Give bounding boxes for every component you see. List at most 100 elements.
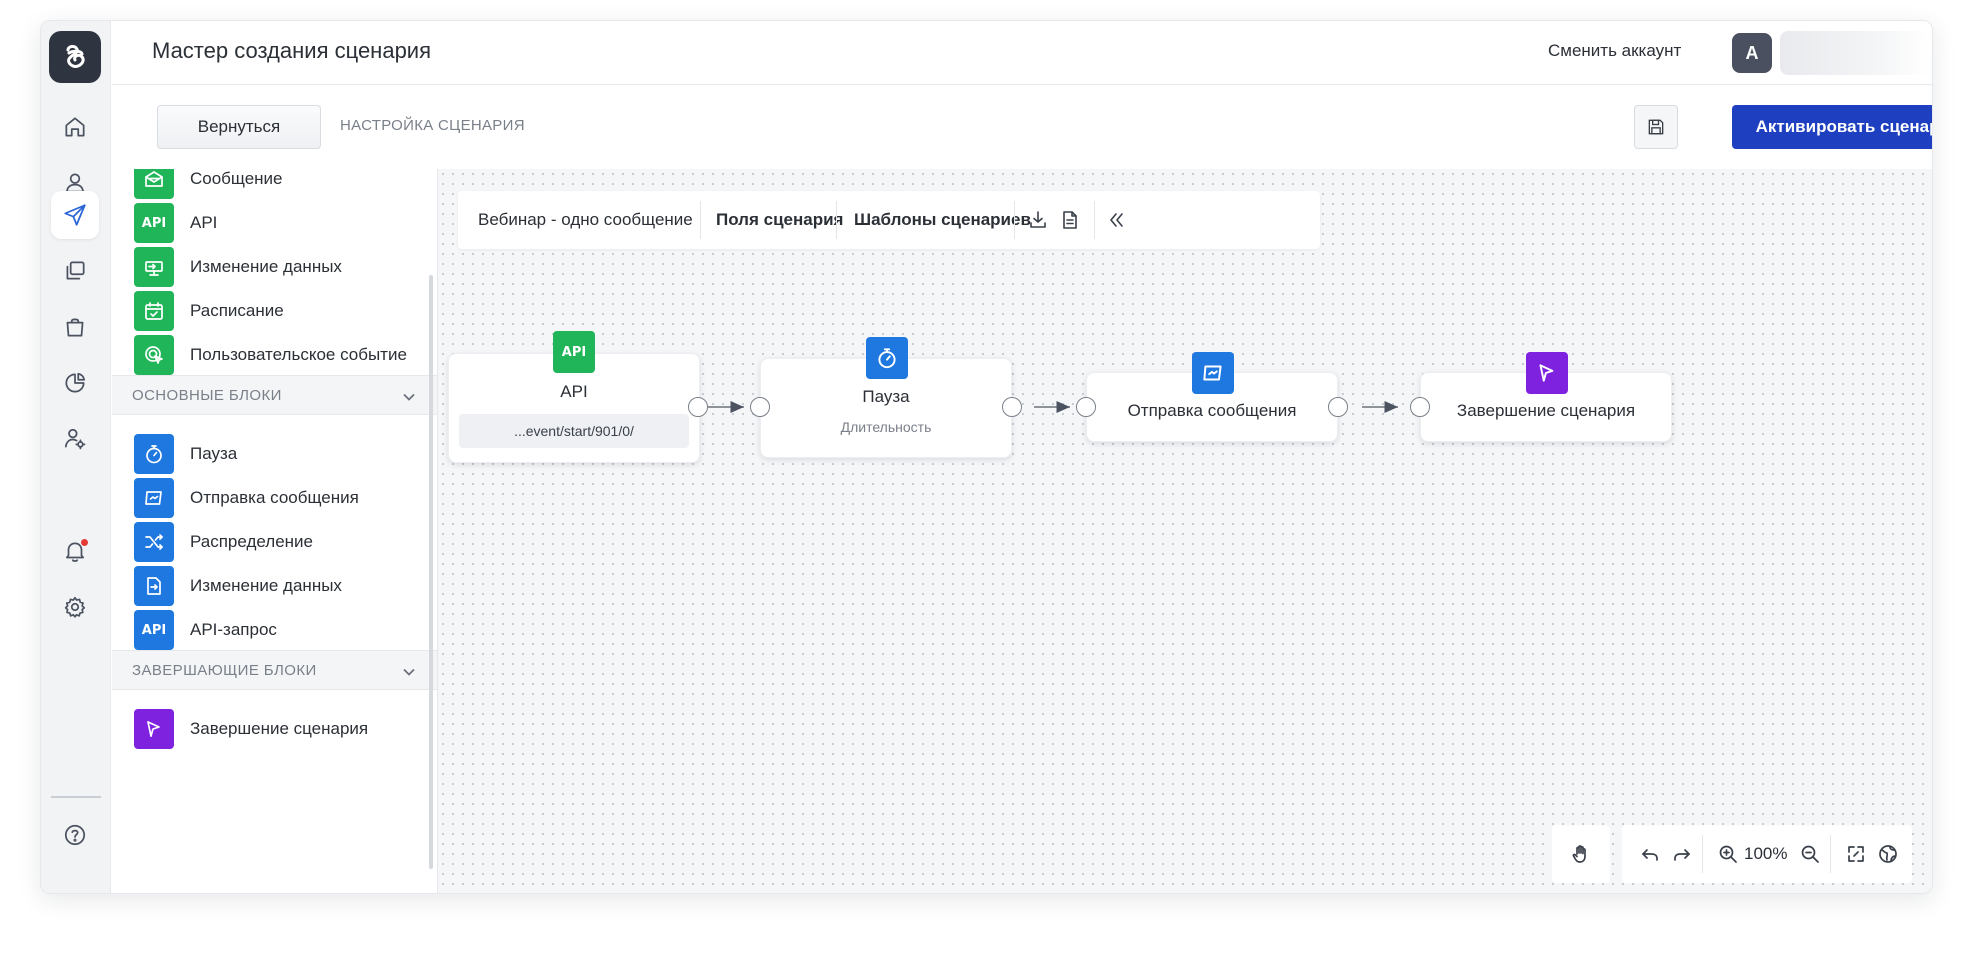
block-send-message[interactable]: Отправка сообщения xyxy=(134,478,359,518)
save-button[interactable] xyxy=(1634,105,1678,149)
activate-scenario-button[interactable]: Активировать сценарий xyxy=(1732,105,1932,149)
nav-user-settings[interactable] xyxy=(51,415,99,463)
block-label: Пауза xyxy=(190,444,238,463)
output-port[interactable] xyxy=(1328,397,1348,417)
flow-edges xyxy=(708,401,1398,413)
block-edit-data[interactable]: Изменение данных xyxy=(134,566,342,606)
scenario-name[interactable]: Вебинар - одно сообщение xyxy=(478,210,693,230)
divider xyxy=(1702,835,1703,873)
block-label: API-запрос xyxy=(190,620,277,639)
zoom-level: 100% xyxy=(1744,844,1788,863)
left-rail xyxy=(41,21,111,893)
block-message[interactable]: Сообщение xyxy=(134,169,283,199)
output-port[interactable] xyxy=(688,397,708,417)
block-label: Изменение данных xyxy=(190,576,342,595)
rail-divider xyxy=(51,796,101,798)
flag-icon xyxy=(134,709,174,749)
switch-account-link[interactable]: Сменить аккаунт xyxy=(1548,41,1681,61)
bag-icon xyxy=(66,318,84,337)
timer-icon xyxy=(866,337,908,379)
block-label: Расписание xyxy=(190,301,284,320)
nav-home[interactable] xyxy=(51,103,99,151)
home-icon xyxy=(65,117,85,137)
block-pause[interactable]: Пауза xyxy=(134,434,237,474)
app-window: Мастер создания сценария Сменить аккаунт… xyxy=(40,20,1933,894)
help-icon xyxy=(64,824,86,846)
block-label: Завершение сценария xyxy=(190,719,369,738)
input-port[interactable] xyxy=(750,397,770,417)
page-title: Мастер создания сценария xyxy=(152,38,432,63)
block-schedule[interactable]: Расписание xyxy=(134,291,284,331)
output-port[interactable] xyxy=(1002,397,1022,417)
node-api-url: ...event/start/901/0/ xyxy=(459,414,689,448)
divider xyxy=(836,201,837,239)
section-final-blocks[interactable]: ЗАВЕРШАЮЩИЕ БЛОКИ xyxy=(112,650,437,690)
gear-icon xyxy=(64,596,86,618)
user-settings-icon xyxy=(64,428,86,450)
section-main-blocks[interactable]: ОСНОВНЫЕ БЛОКИ xyxy=(112,375,437,415)
collapse-double-left-icon[interactable] xyxy=(1104,208,1128,232)
nav-shop[interactable] xyxy=(51,303,99,351)
nav-analytics[interactable] xyxy=(51,359,99,407)
api-icon: API xyxy=(134,203,174,243)
redo-icon[interactable] xyxy=(1670,842,1694,866)
block-label: Сообщение xyxy=(190,169,283,188)
save-icon xyxy=(1648,119,1664,135)
pan-tool[interactable] xyxy=(1552,825,1610,883)
nav-scenarios[interactable] xyxy=(51,191,99,239)
section-title: ЗАВЕРШАЮЩИЕ БЛОКИ xyxy=(132,662,317,679)
block-custom-event[interactable]: Пользовательское событие xyxy=(134,335,407,375)
send-icon xyxy=(64,204,86,226)
input-port[interactable] xyxy=(1076,397,1096,417)
message-icon xyxy=(134,169,174,199)
block-end-scenario[interactable]: Завершение сценария xyxy=(134,709,368,749)
chevron-down-icon[interactable] xyxy=(400,388,418,406)
scenario-fields-button[interactable]: Поля сценария xyxy=(716,210,843,230)
download-icon[interactable] xyxy=(1026,208,1050,232)
scenario-canvas[interactable]: Вебинар - одно сообщение Поля сценария Ш… xyxy=(438,169,1932,893)
hand-icon[interactable] xyxy=(1569,842,1593,866)
block-api[interactable]: API API xyxy=(134,203,217,243)
chevron-down-icon[interactable] xyxy=(400,663,418,681)
undo-icon[interactable] xyxy=(1638,842,1662,866)
api-icon: API xyxy=(553,331,595,373)
input-port[interactable] xyxy=(1410,397,1430,417)
app-logo[interactable] xyxy=(49,31,101,83)
globe-icon[interactable] xyxy=(1876,842,1900,866)
back-button[interactable]: Вернуться xyxy=(157,105,321,149)
api-icon: API xyxy=(134,610,174,650)
calendar-icon xyxy=(134,291,174,331)
document-icon[interactable] xyxy=(1058,208,1082,232)
fit-screen-icon[interactable] xyxy=(1844,842,1868,866)
nav-notifications[interactable] xyxy=(51,527,99,575)
nav-help[interactable] xyxy=(51,811,99,859)
zoom-controls: 100% xyxy=(1622,825,1912,883)
pie-chart-icon xyxy=(65,372,86,393)
block-label: API xyxy=(190,213,218,232)
zoom-out-icon[interactable] xyxy=(1798,842,1822,866)
top-header: Мастер создания сценария Сменить аккаунт… xyxy=(112,21,1932,85)
node-subtitle: Длительность xyxy=(840,419,932,435)
divider xyxy=(1094,201,1095,239)
node-title: Пауза xyxy=(862,387,910,406)
block-data-change[interactable]: Изменение данных xyxy=(134,247,342,287)
data-change-icon xyxy=(134,247,174,287)
scenario-templates-button[interactable]: Шаблоны сценариев xyxy=(854,210,1031,230)
divider xyxy=(700,201,701,239)
nav-templates[interactable] xyxy=(51,247,99,295)
nav-settings[interactable] xyxy=(51,583,99,631)
block-label: Отправка сообщения xyxy=(190,488,359,507)
block-label: Изменение данных xyxy=(190,257,342,276)
block-distribution[interactable]: Распределение xyxy=(134,522,313,562)
timer-icon xyxy=(134,434,174,474)
logo-icon xyxy=(66,45,85,68)
block-api-request[interactable]: API API-запрос xyxy=(134,610,277,650)
edit-data-icon xyxy=(134,566,174,606)
account-name-blurred[interactable] xyxy=(1780,31,1930,75)
zoom-in-icon[interactable] xyxy=(1716,842,1740,866)
copy-icon xyxy=(66,261,85,280)
notification-badge xyxy=(80,538,89,547)
panel-scrollbar[interactable] xyxy=(429,275,433,869)
avatar[interactable]: А xyxy=(1732,33,1772,73)
section-title: ОСНОВНЫЕ БЛОКИ xyxy=(132,387,282,404)
